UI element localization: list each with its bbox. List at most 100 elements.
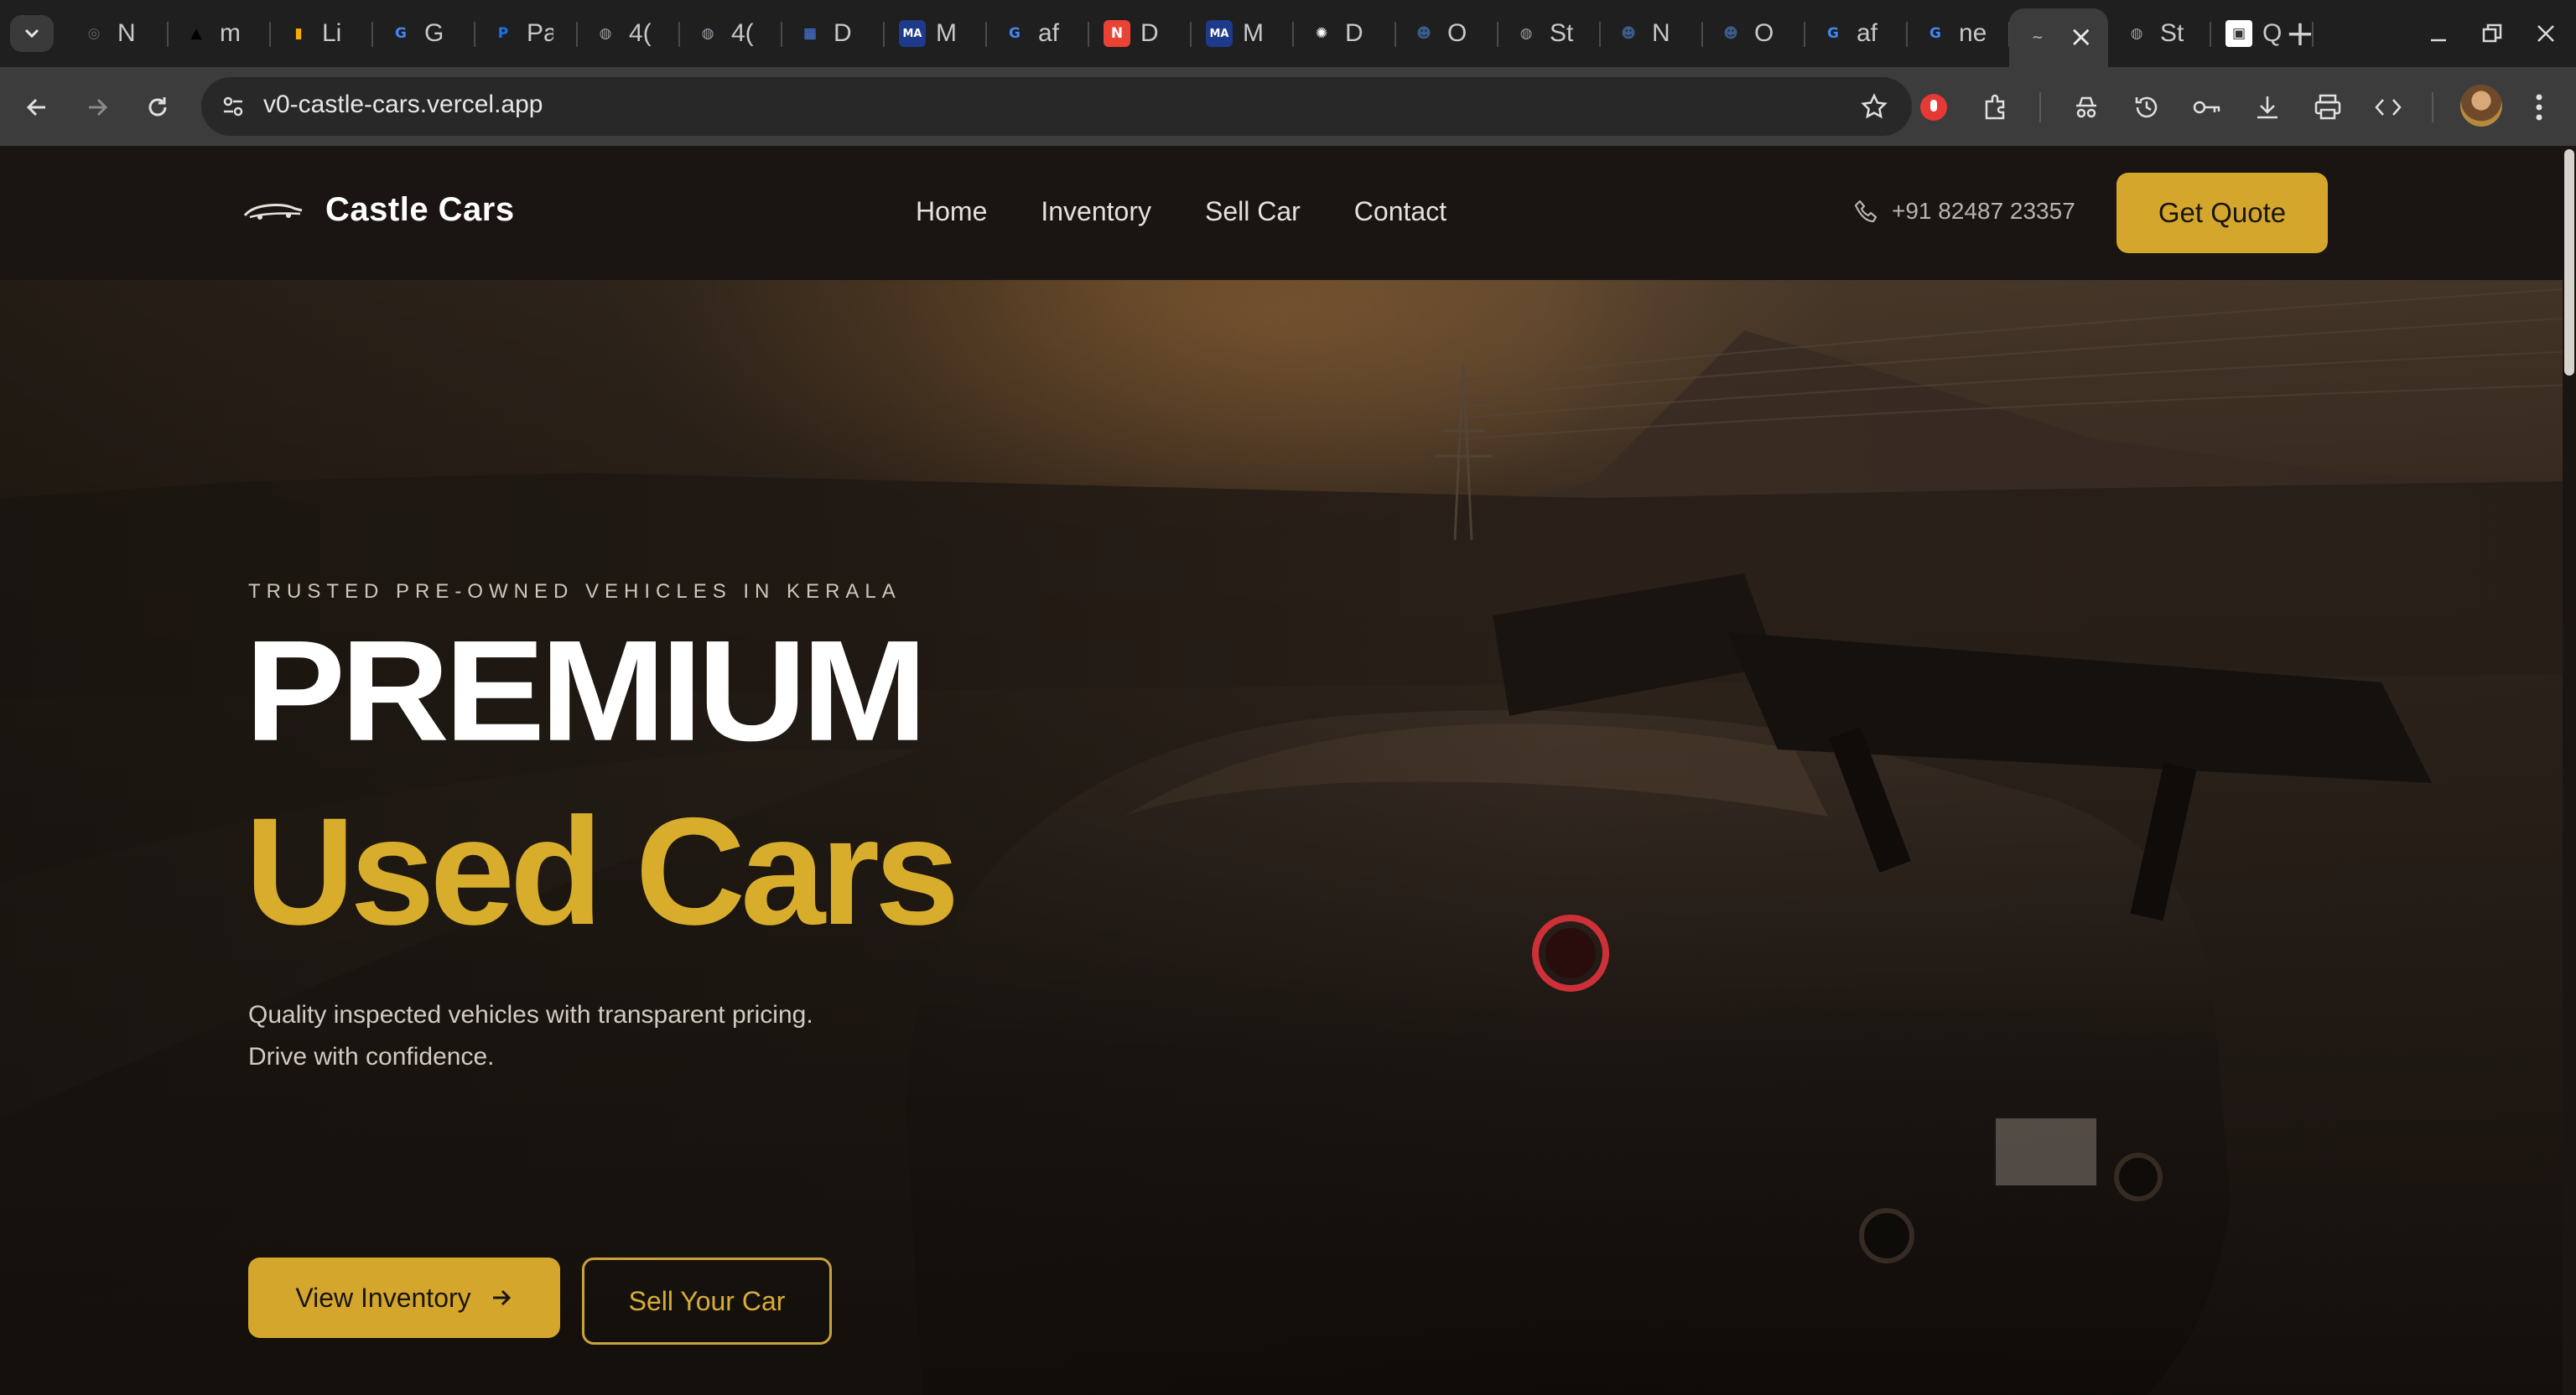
site-logo[interactable]: Castle Cars <box>243 191 515 229</box>
hero-headline-used-cars: Used Cars <box>245 786 959 957</box>
back-button[interactable] <box>13 84 60 131</box>
url-text[interactable]: v0-castle-cars.vercel.app <box>263 91 543 119</box>
tab-title: St <box>1550 19 1574 47</box>
browser-tab[interactable]: ◍ St <box>1498 8 1601 59</box>
browser-tab[interactable]: ☻ N <box>1600 8 1703 59</box>
scrollbar-thumb[interactable] <box>2564 149 2574 376</box>
extensions-puzzle-icon[interactable] <box>1972 84 2019 131</box>
close-tab-icon[interactable]: × <box>2070 20 2094 54</box>
history-icon[interactable] <box>2123 84 2170 131</box>
incognito-icon[interactable] <box>2063 84 2110 131</box>
close-icon <box>2537 25 2554 42</box>
close-window-button[interactable] <box>2519 8 2573 59</box>
get-quote-button[interactable]: Get Quote <box>2116 173 2328 253</box>
nav-contact[interactable]: Contact <box>1354 196 1446 227</box>
tab-search-button[interactable] <box>10 15 54 52</box>
browser-tab[interactable]: GG <box>372 8 475 59</box>
browser-tab[interactable]: ◎ N <box>65 8 169 59</box>
forward-button[interactable] <box>74 84 121 131</box>
tab-title: af <box>1857 19 1878 47</box>
page-viewport: TRUSTED PRE-OWNED VEHICLES IN KERALA PRE… <box>0 146 2576 1395</box>
browser-tab[interactable]: ▦ D <box>782 8 885 59</box>
tab-title: O <box>1447 19 1467 47</box>
print-icon[interactable] <box>2304 84 2351 131</box>
restore-icon <box>2482 23 2502 43</box>
new-tab-button[interactable]: + <box>2279 12 2321 54</box>
ma-icon: MA <box>899 20 926 47</box>
browser-tab[interactable]: ✺ D <box>1293 8 1396 59</box>
browser-tab[interactable]: ☻ O <box>1702 8 1805 59</box>
browser-tab[interactable]: ◍ St <box>2108 8 2211 59</box>
robot-icon: ☻ <box>1416 25 1431 42</box>
menu-button[interactable] <box>2516 84 2563 131</box>
toolbar-divider <box>2039 92 2041 122</box>
phone-link[interactable]: +91 82487 23357 <box>1853 198 2075 225</box>
tab-title: 4( <box>731 19 754 47</box>
view-inventory-label: View Inventory <box>295 1282 471 1313</box>
browser-tab[interactable]: ▮ Li <box>270 8 373 59</box>
google-icon: G <box>1009 25 1021 42</box>
analytics-icon: ▮ <box>294 25 303 42</box>
car-icon: ~ <box>2031 29 2044 46</box>
reload-button[interactable] <box>134 84 181 131</box>
site-header: Castle Cars Home Inventory Sell Car Cont… <box>0 146 2576 280</box>
browser-tab[interactable]: P Pa <box>475 8 578 59</box>
hero-subtitle: Quality inspected vehicles with transpar… <box>248 994 813 1078</box>
devtools-code-icon[interactable] <box>2365 84 2412 131</box>
robot-icon: ☻ <box>1723 25 1738 42</box>
nav-home[interactable]: Home <box>916 196 987 227</box>
browser-tab[interactable]: Gaf <box>1805 8 1908 59</box>
ma-icon: MA <box>1206 20 1233 47</box>
browser-tab[interactable]: ☻ O <box>1395 8 1498 59</box>
tab-title: ne <box>1959 19 1986 47</box>
hero-headline-premium: PREMIUM <box>245 610 927 771</box>
phone-number: +91 82487 23357 <box>1892 198 2075 224</box>
tab-title: D <box>1345 19 1363 47</box>
tab-title: M <box>936 19 957 47</box>
tab-title: D <box>1140 19 1159 47</box>
tab-strip: ◎ N ▲ m ▮ Li G G P Pa ◍ 4(◍ 4(▦ D MA M Gaf N D MA M ✺ D ☻ O ◍ St ☻ N… <box>0 0 2576 67</box>
hero-subtitle-line-2: Drive with confidence. <box>248 1043 495 1071</box>
browser-tab[interactable]: MA M <box>884 8 987 59</box>
browser-tab[interactable]: MA M <box>1191 8 1294 59</box>
browser-toolbar: v0-castle-cars.vercel.app <box>0 67 2576 146</box>
hero-subtitle-line-1: Quality inspected vehicles with transpar… <box>248 1001 813 1029</box>
page-scrollbar[interactable] <box>2563 146 2576 1395</box>
nav-inventory[interactable]: Inventory <box>1041 196 1151 227</box>
download-icon[interactable] <box>2244 84 2291 131</box>
restore-button[interactable] <box>2465 8 2519 59</box>
tab-title: Pa <box>527 19 553 47</box>
browser-tab[interactable]: ◍ 4( <box>577 8 680 59</box>
key-icon[interactable] <box>2184 84 2231 131</box>
browser-tab[interactable]: Gne <box>1907 8 2010 59</box>
browser-tab[interactable]: Gaf <box>986 8 1089 59</box>
browser-tab[interactable]: ND <box>1088 8 1192 59</box>
tab-title: M <box>1243 19 1264 47</box>
minimize-button[interactable] <box>2412 8 2465 59</box>
globe-icon: ◍ <box>1519 25 1533 42</box>
browser-tab[interactable]: ~ × <box>2009 8 2108 67</box>
browser-tab[interactable]: ◍ 4( <box>679 8 782 59</box>
globe-icon: ◍ <box>701 25 714 42</box>
profile-avatar[interactable] <box>2460 85 2502 127</box>
bookmark-star-icon[interactable] <box>1857 89 1892 124</box>
sell-your-car-button[interactable]: Sell Your Car <box>582 1258 832 1345</box>
tab-title: G <box>424 19 444 47</box>
google-icon: G <box>1827 25 1839 42</box>
view-inventory-button[interactable]: View Inventory <box>248 1258 560 1338</box>
nav-sell-car[interactable]: Sell Car <box>1205 196 1301 227</box>
arrow-right-icon <box>89 98 108 117</box>
browser-tab[interactable]: ▲ m <box>168 8 271 59</box>
triangle-icon: ▲ <box>190 25 202 42</box>
site-info-icon[interactable] <box>216 90 250 123</box>
robot-icon: ☻ <box>1621 25 1636 42</box>
arrow-left-icon <box>26 98 45 117</box>
hero-eyebrow: TRUSTED PRE-OWNED VEHICLES IN KERALA <box>248 580 901 603</box>
address-bar[interactable]: v0-castle-cars.vercel.app <box>201 77 1912 136</box>
brand-name: Castle Cars <box>325 191 515 228</box>
car-logo-icon <box>243 203 303 220</box>
tab-title: af <box>1038 19 1060 47</box>
toolbar-divider <box>2432 92 2433 122</box>
extension-red-icon[interactable] <box>1910 84 1957 131</box>
grid-icon: ▦ <box>802 25 818 42</box>
